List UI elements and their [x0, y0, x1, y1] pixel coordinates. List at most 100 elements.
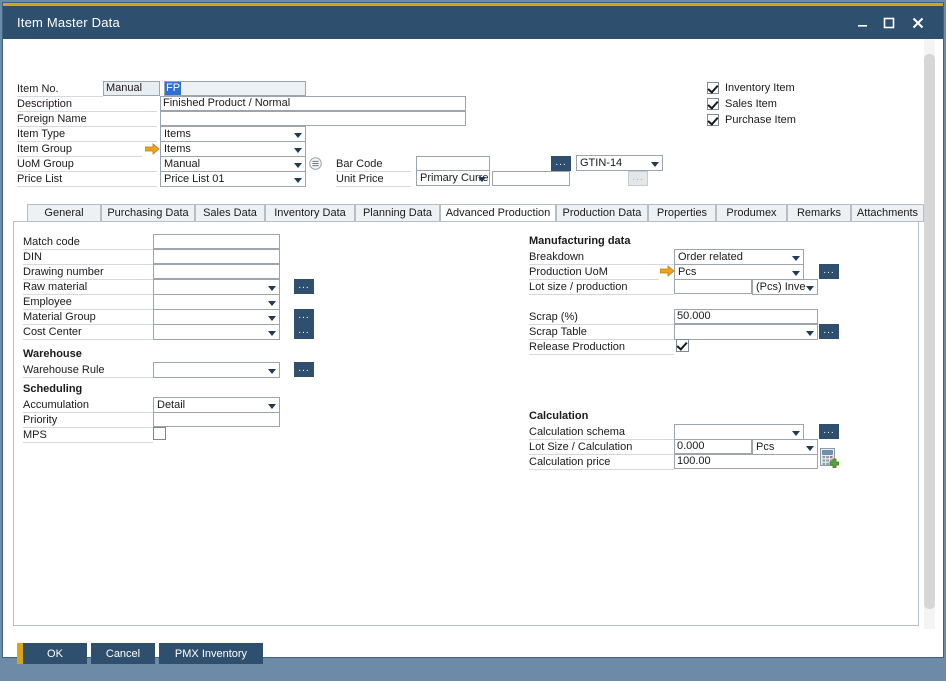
sales-item-checkbox[interactable] [707, 98, 719, 110]
item-master-data-window: Item Master Data Item No. Description Fo… [2, 2, 944, 664]
calculation-schema-browse-button[interactable]: ... [819, 424, 839, 439]
label-scrap-table: Scrap Table [529, 325, 674, 340]
drawing-number-field[interactable] [153, 264, 280, 279]
item-group-select[interactable]: Items [160, 141, 306, 157]
vertical-scrollbar[interactable] [924, 39, 935, 629]
label-item-no: Item No. [17, 82, 103, 97]
label-raw-material: Raw material [23, 280, 153, 295]
match-code-field[interactable] [153, 234, 280, 249]
purchase-item-label: Purchase Item [725, 114, 796, 126]
label-production-uom: Production UoM [529, 265, 659, 280]
foreign-name-field[interactable] [160, 111, 466, 126]
raw-material-select[interactable] [153, 279, 280, 295]
lot-size-production-unit-select[interactable]: (Pcs) Inve [752, 279, 818, 295]
calculator-add-icon[interactable] [820, 448, 840, 469]
label-accumulation: Accumulation [23, 398, 153, 413]
priority-field[interactable] [153, 412, 280, 427]
calculation-schema-select[interactable] [674, 424, 804, 440]
uom-list-icon[interactable] [309, 157, 322, 173]
label-drawing-number: Drawing number [23, 265, 153, 280]
employee-select[interactable] [153, 294, 280, 310]
tab-produmex[interactable]: Produmex [716, 204, 787, 222]
warehouse-rule-browse-button[interactable]: ... [294, 362, 314, 377]
minimize-icon[interactable] [849, 6, 875, 39]
scrap-table-select[interactable] [674, 324, 818, 340]
material-group-select[interactable] [153, 309, 280, 325]
release-production-checkbox[interactable] [676, 339, 689, 352]
production-uom-browse-button[interactable]: ... [819, 264, 839, 279]
uom-group-select[interactable]: Manual [160, 156, 306, 172]
label-item-type: Item Type [17, 127, 157, 142]
label-warehouse-rule: Warehouse Rule [23, 363, 153, 378]
tab-purchasing-data[interactable]: Purchasing Data [101, 204, 195, 222]
label-uom-group: UoM Group [17, 157, 157, 172]
header-form: Item No. Description Foreign Name Item T… [3, 39, 925, 191]
label-cost-center: Cost Center [23, 325, 153, 340]
bar-code-browse-button[interactable]: ... [551, 156, 571, 171]
production-uom-select[interactable]: Pcs [674, 264, 804, 280]
cost-center-browse-button[interactable]: ... [294, 324, 314, 339]
tab-general[interactable]: General [27, 204, 101, 222]
label-employee: Employee [23, 295, 153, 310]
warehouse-section-heading: Warehouse [23, 348, 82, 360]
scrap-table-browse-button[interactable]: ... [819, 324, 839, 339]
tab-properties[interactable]: Properties [648, 204, 716, 222]
footer-bar: OK Cancel PMX Inventory [3, 635, 925, 681]
scrollbar-thumb[interactable] [924, 54, 935, 609]
item-type-select[interactable]: Items [160, 126, 306, 142]
gtin-select[interactable]: GTIN-14 [576, 155, 663, 171]
ok-button[interactable]: OK [17, 643, 87, 664]
item-no-field-text: FP [165, 82, 182, 95]
inventory-item-checkbox[interactable] [707, 82, 719, 94]
cost-center-select[interactable] [153, 324, 280, 340]
unit-price-field[interactable] [492, 171, 570, 186]
din-field[interactable] [153, 249, 280, 264]
bar-code-field[interactable] [416, 156, 490, 171]
item-no-series-field[interactable]: Manual [103, 81, 160, 96]
accumulation-select[interactable]: Detail [153, 397, 280, 413]
raw-material-browse-button[interactable]: ... [294, 279, 314, 294]
description-field[interactable]: Finished Product / Normal [160, 96, 466, 111]
tab-remarks[interactable]: Remarks [787, 204, 851, 222]
label-release-production: Release Production [529, 340, 674, 355]
tab-inventory-data[interactable]: Inventory Data [265, 204, 355, 222]
label-breakdown: Breakdown [529, 250, 674, 265]
advanced-production-panel: Match code DIN Drawing number Raw materi… [13, 221, 919, 626]
lot-size-calculation-field[interactable]: 0.000 [674, 439, 752, 454]
maximize-icon[interactable] [875, 6, 901, 39]
pmx-inventory-button[interactable]: PMX Inventory [159, 643, 263, 664]
cancel-button[interactable]: Cancel [91, 643, 155, 664]
tab-attachments[interactable]: Attachments [851, 204, 924, 222]
arrow-right-icon-item-group [144, 143, 160, 155]
price-list-select[interactable]: Price List 01 [160, 171, 306, 187]
scheduling-section-heading: Scheduling [23, 383, 83, 395]
lot-size-calculation-unit-select[interactable]: Pcs [752, 439, 818, 455]
purchase-item-checkbox[interactable] [707, 114, 719, 126]
material-group-browse-button[interactable]: ... [294, 309, 314, 324]
tab-production-data[interactable]: Production Data [556, 204, 648, 222]
item-no-field[interactable]: FP [164, 81, 306, 96]
mps-checkbox[interactable] [153, 427, 166, 440]
inventory-item-label: Inventory Item [725, 82, 795, 94]
label-calculation-schema: Calculation schema [529, 425, 674, 440]
label-foreign-name: Foreign Name [17, 112, 157, 127]
unit-price-currency-select[interactable]: Primary Curre [416, 170, 490, 186]
arrow-right-icon-production-uom [659, 265, 675, 277]
manufacturing-data-heading: Manufacturing data [529, 235, 631, 247]
tab-bar: General Purchasing Data Sales Data Inven… [13, 204, 924, 223]
tab-planning-data[interactable]: Planning Data [355, 204, 440, 222]
scrap-percent-field[interactable]: 50.000 [674, 309, 818, 324]
lot-size-production-field[interactable] [674, 279, 752, 294]
calculation-price-field[interactable]: 100.00 [674, 454, 818, 469]
close-icon[interactable] [905, 6, 931, 39]
label-item-group: Item Group [17, 142, 142, 157]
label-din: DIN [23, 250, 153, 265]
unit-price-browse-button: ... [628, 171, 648, 186]
tab-sales-data[interactable]: Sales Data [195, 204, 265, 222]
warehouse-rule-select[interactable] [153, 362, 280, 378]
label-lot-size-production: Lot size / production [529, 280, 674, 295]
breakdown-select[interactable]: Order related [674, 249, 804, 265]
sales-item-label: Sales Item [725, 98, 777, 110]
label-match-code: Match code [23, 235, 153, 250]
window-title: Item Master Data [17, 15, 120, 30]
